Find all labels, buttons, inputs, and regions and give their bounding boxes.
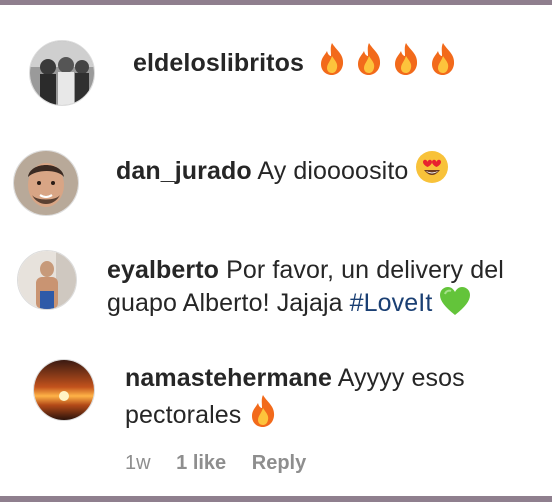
comment-username[interactable]: dan_jurado bbox=[116, 157, 252, 185]
fire-emoji-row bbox=[317, 43, 458, 77]
comment-text: eyalberto Por favor, un delivery del gua… bbox=[107, 254, 547, 319]
avatar[interactable] bbox=[29, 40, 95, 106]
avatar-photo-icon bbox=[18, 251, 76, 309]
fire-icon bbox=[321, 43, 344, 75]
likes-count-link[interactable]: 1 like bbox=[176, 452, 226, 474]
fire-icon bbox=[252, 395, 275, 427]
frame-bottom-border bbox=[0, 496, 552, 502]
comment-body: Ay dioooosito bbox=[257, 157, 409, 185]
avatar-photo-icon bbox=[30, 41, 94, 105]
comment-username[interactable]: eyalberto bbox=[107, 256, 219, 284]
green-heart-icon bbox=[440, 287, 471, 315]
avatar[interactable] bbox=[33, 359, 95, 421]
fire-icon bbox=[432, 43, 455, 75]
comment-text: eldeloslibritos bbox=[133, 42, 458, 79]
frame-top-border bbox=[0, 0, 552, 5]
avatar-photo-icon bbox=[14, 151, 78, 215]
comment-text: namastehermane Ayyyy esos pectorales bbox=[125, 362, 545, 431]
avatar[interactable] bbox=[17, 250, 77, 310]
comment-body-line2: pectorales bbox=[125, 401, 242, 429]
comment-username[interactable]: namastehermane bbox=[125, 364, 332, 392]
heart-eyes-emoji-icon bbox=[416, 151, 449, 183]
fire-icon bbox=[358, 43, 381, 75]
comment-body-line1: Ayyyy esos bbox=[337, 364, 465, 392]
avatar-photo-icon bbox=[34, 360, 94, 420]
reply-button[interactable]: Reply bbox=[252, 452, 306, 474]
comment-age: 1w bbox=[125, 452, 151, 474]
fire-icon bbox=[395, 43, 418, 75]
comment-username[interactable]: eldeloslibritos bbox=[133, 49, 304, 77]
comment-body-line1: Por favor, un delivery del bbox=[226, 256, 504, 284]
comment-meta: 1w 1 like Reply bbox=[125, 450, 326, 476]
avatar[interactable] bbox=[13, 150, 79, 216]
hashtag-link[interactable]: #LoveIt bbox=[350, 289, 433, 317]
comment-body-line2: guapo Alberto! Jajaja bbox=[107, 289, 343, 317]
comment-text: dan_jurado Ay dioooosito bbox=[116, 150, 449, 187]
